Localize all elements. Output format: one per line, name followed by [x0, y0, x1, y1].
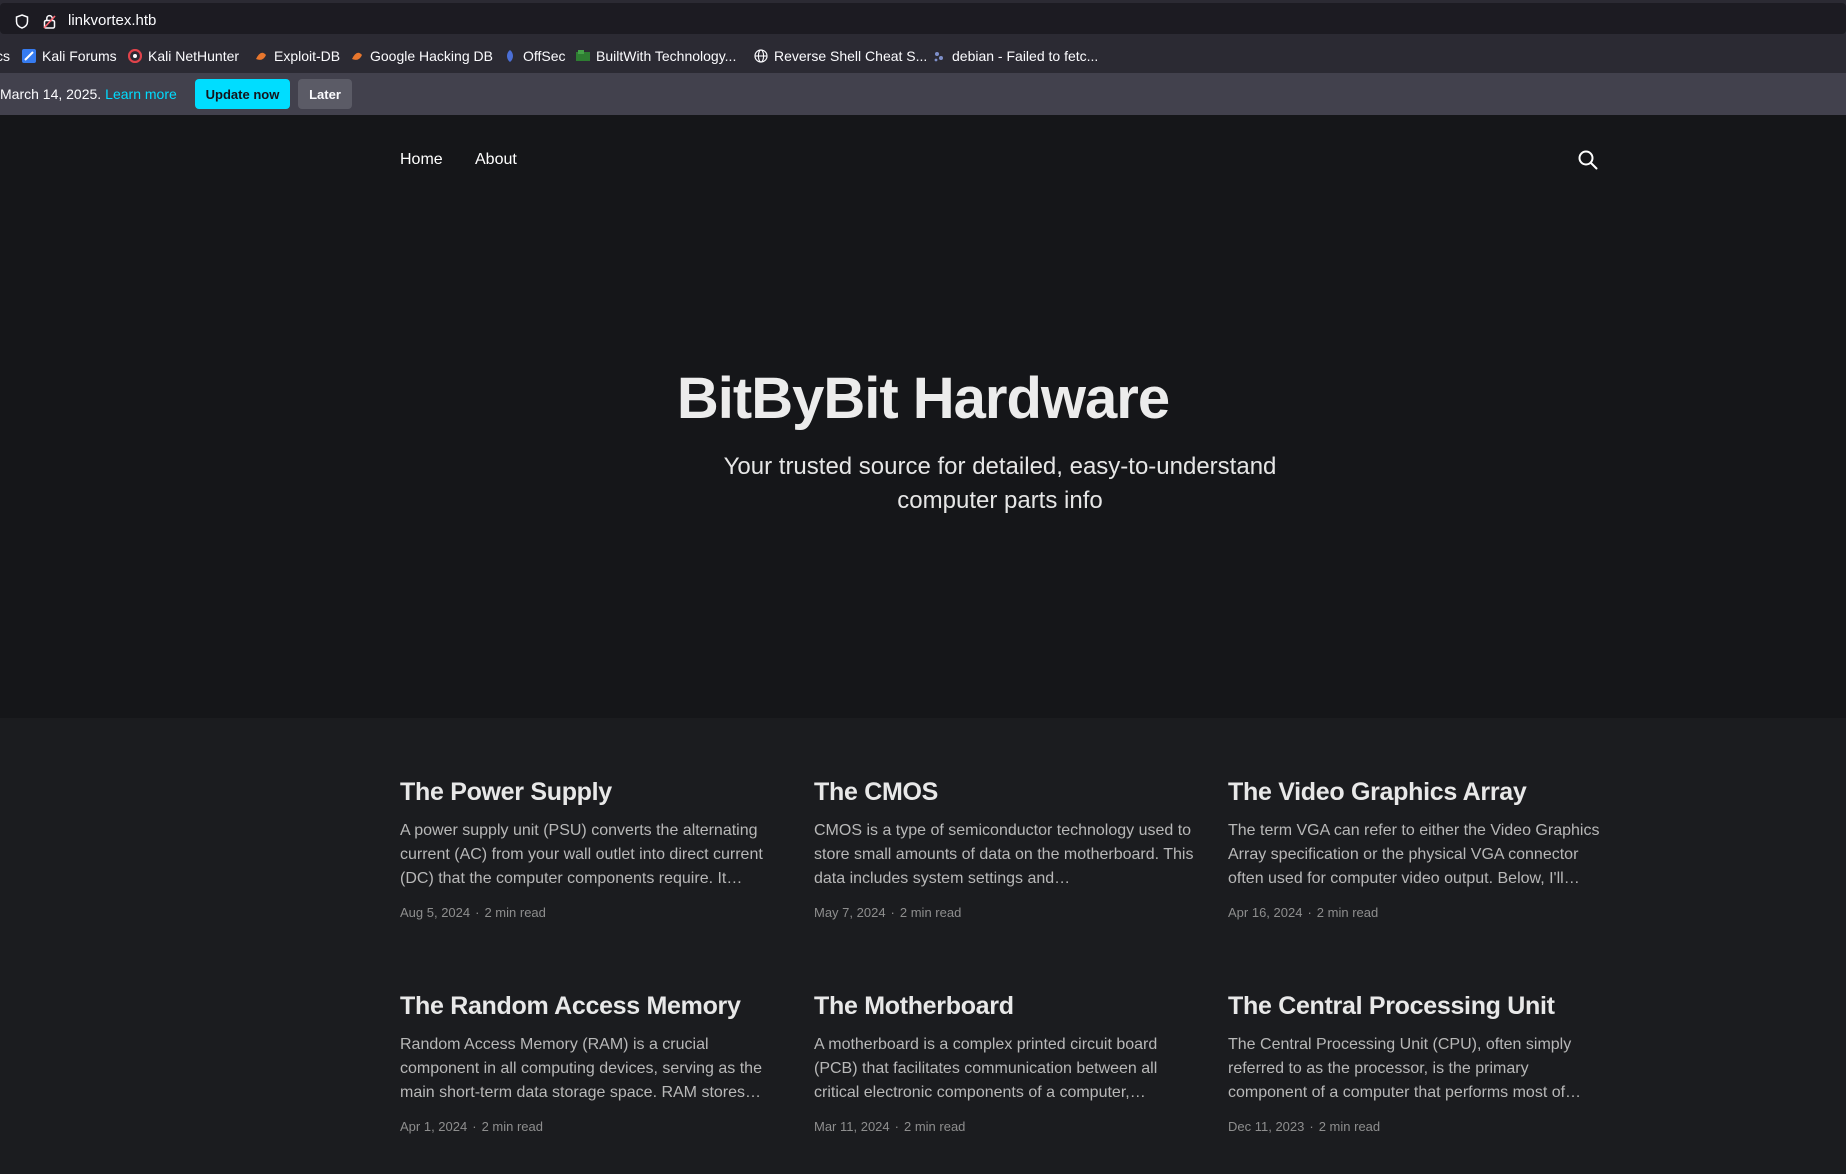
bookmark-reverse-shell[interactable]: Reverse Shell Cheat S... — [754, 47, 927, 65]
post-read-time: 2 min read — [899, 905, 962, 920]
bookmark-label: cs — [0, 48, 10, 64]
site-title: BitByBit Hardware — [676, 366, 1170, 431]
shield-icon[interactable] — [15, 14, 29, 34]
post-meta: May 7, 2024 · 2 min read — [814, 905, 962, 920]
offsec-icon — [503, 49, 517, 63]
debian-icon — [932, 49, 946, 63]
url-text[interactable]: linkvortex.htb — [68, 12, 156, 29]
post-read-time: 2 min read — [1316, 905, 1379, 920]
post-date: Apr 16, 2024 — [1228, 905, 1303, 920]
post-feed: The Power Supply A power supply unit (PS… — [0, 718, 1846, 1174]
post-meta: Apr 1, 2024 · 2 min read — [400, 1119, 543, 1134]
lock-icon[interactable] — [43, 14, 56, 34]
post-excerpt: The Central Processing Unit (CPU), often… — [1228, 1036, 1582, 1101]
bookmarks-bar: cs Kali Forums Kali NetHunter Exploit-DB… — [0, 37, 1846, 73]
post-meta: Dec 11, 2023 · 2 min read — [1228, 1119, 1381, 1134]
post-card[interactable]: The Central Processing Unit The Central … — [1228, 992, 1608, 1134]
globe-icon — [754, 49, 768, 63]
notice-message: March 14, 2025. Learn more — [0, 86, 177, 102]
search-icon[interactable] — [1577, 149, 1599, 176]
post-date: May 7, 2024 — [814, 905, 886, 920]
post-title[interactable]: The CMOS — [814, 778, 1194, 807]
post-excerpt: Random Access Memory (RAM) is a crucial … — [400, 1036, 762, 1101]
ghdb-icon — [350, 49, 364, 63]
post-excerpt: CMOS is a type of semiconductor technolo… — [814, 822, 1194, 887]
post-card[interactable]: The Motherboard A motherboard is a compl… — [814, 992, 1194, 1134]
post-meta: Mar 11, 2024 · 2 min read — [814, 1119, 966, 1134]
post-date: Aug 5, 2024 — [400, 905, 471, 920]
post-date: Apr 1, 2024 — [400, 1119, 468, 1134]
bookmark-exploit-db[interactable]: Exploit-DB — [254, 47, 340, 65]
bookmark-label: Reverse Shell Cheat S... — [774, 48, 928, 64]
nav-about-link[interactable]: About — [475, 151, 517, 169]
notice-text: March 14, 2025. — [0, 86, 102, 102]
bookmark-label: BuiltWith Technology... — [596, 48, 737, 64]
post-excerpt: A power supply unit (PSU) converts the a… — [400, 822, 763, 887]
post-title[interactable]: The Central Processing Unit — [1228, 992, 1608, 1021]
exploit-db-icon — [254, 49, 268, 63]
post-meta: Apr 16, 2024 · 2 min read — [1228, 905, 1379, 920]
bookmark-folder[interactable]: cs — [0, 47, 10, 65]
post-card[interactable]: The CMOS CMOS is a type of semiconductor… — [814, 778, 1194, 920]
bookmark-builtwith[interactable]: BuiltWith Technology... — [576, 47, 736, 65]
bookmark-label: debian - Failed to fetc... — [952, 48, 1099, 64]
bookmark-offsec[interactable]: OffSec — [503, 47, 566, 65]
site-hero: Home About BitByBit Hardware Your truste… — [0, 115, 1846, 718]
post-title[interactable]: The Random Access Memory — [400, 992, 780, 1021]
post-date: Dec 11, 2023 — [1228, 1119, 1305, 1134]
site-description: Your trusted source for detailed, easy-t… — [723, 453, 1277, 514]
bookmark-debian[interactable]: debian - Failed to fetc... — [932, 47, 1098, 65]
post-title[interactable]: The Video Graphics Array — [1228, 778, 1608, 807]
post-card[interactable]: The Random Access Memory Random Access M… — [400, 992, 780, 1134]
post-excerpt: The term VGA can refer to either the Vid… — [1228, 822, 1600, 887]
post-read-time: 2 min read — [481, 1119, 543, 1134]
post-read-time: 2 min read — [484, 905, 546, 920]
nav-home-link[interactable]: Home — [400, 151, 443, 169]
bookmark-label: Kali Forums — [42, 48, 117, 64]
kali-nethunter-icon — [127, 48, 143, 64]
later-button[interactable]: Later — [298, 79, 352, 109]
post-title[interactable]: The Motherboard — [814, 992, 1194, 1021]
address-bar[interactable]: linkvortex.htb — [0, 3, 1846, 34]
post-excerpt: A motherboard is a complex printed circu… — [814, 1036, 1158, 1101]
bookmark-label: Google Hacking DB — [370, 48, 493, 64]
bookmark-label: Kali NetHunter — [148, 48, 240, 64]
learn-more-link[interactable]: Learn more — [105, 86, 177, 102]
bookmark-google-hacking-db[interactable]: Google Hacking DB — [350, 47, 493, 65]
post-title[interactable]: The Power Supply — [400, 778, 780, 807]
update-now-button[interactable]: Update now — [195, 79, 290, 109]
post-card[interactable]: The Power Supply A power supply unit (PS… — [400, 778, 780, 920]
browser-toolbar: linkvortex.htb — [0, 0, 1846, 37]
kali-forums-icon — [22, 49, 36, 63]
post-read-time: 2 min read — [903, 1119, 966, 1134]
bookmark-label: OffSec — [523, 48, 566, 64]
bookmark-kali-nethunter[interactable]: Kali NetHunter — [127, 47, 240, 65]
post-date: Mar 11, 2024 — [814, 1119, 890, 1134]
update-notification-bar: March 14, 2025. Learn more Update now Lat… — [0, 73, 1846, 115]
post-meta: Aug 5, 2024 · 2 min read — [400, 905, 546, 920]
bookmark-label: Exploit-DB — [274, 48, 341, 64]
bookmark-kali-forums[interactable]: Kali Forums — [22, 47, 117, 65]
builtwith-icon — [576, 49, 590, 63]
post-read-time: 2 min read — [1318, 1119, 1381, 1134]
post-card[interactable]: The Video Graphics Array The term VGA ca… — [1228, 778, 1608, 920]
